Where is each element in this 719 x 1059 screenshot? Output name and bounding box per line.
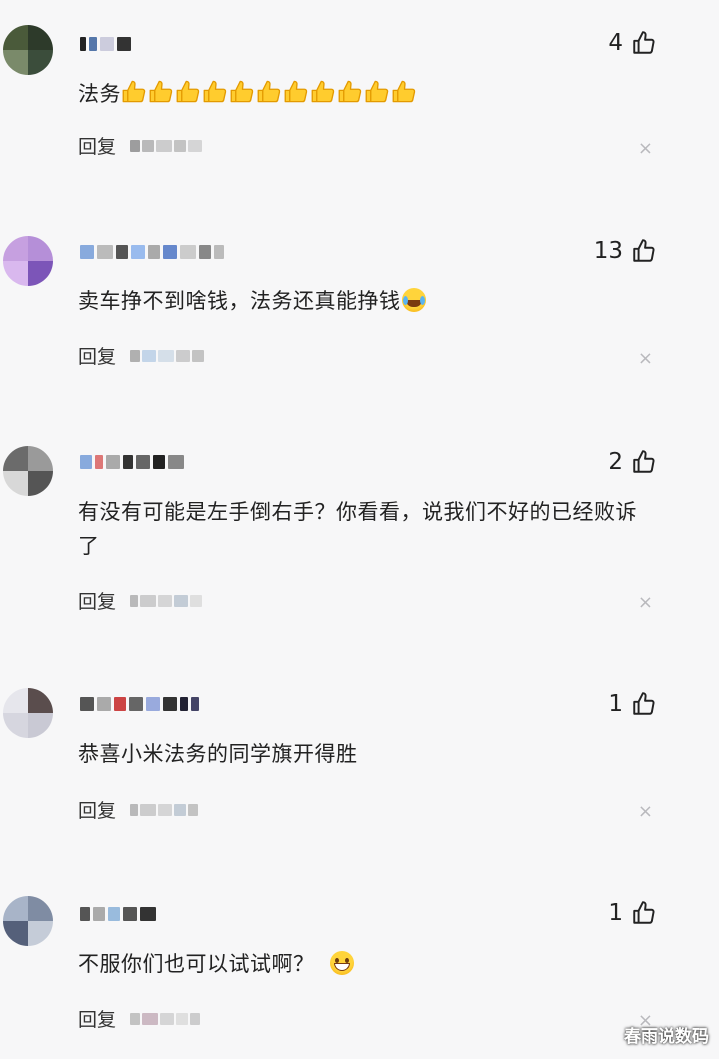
like-count[interactable]: 13 (594, 238, 657, 264)
thumbs-up-emoji (338, 80, 362, 103)
comment-text: 法务 (78, 77, 663, 111)
comment-meta (130, 1012, 201, 1025)
thumbs-up-emoji (257, 80, 281, 103)
like-count[interactable]: 1 (608, 900, 657, 926)
close-icon[interactable]: × (638, 138, 653, 159)
reply-row: 回复 (78, 587, 203, 614)
thumbs-up-emoji (176, 80, 200, 103)
avatar[interactable] (3, 236, 53, 286)
comment-meta (130, 139, 203, 152)
thumbs-up-emoji (121, 80, 418, 106)
avatar[interactable] (3, 688, 53, 738)
username[interactable] (80, 33, 131, 55)
thumbs-up-icon[interactable] (631, 449, 657, 475)
thumbs-up-emoji (284, 80, 308, 103)
thumbs-up-emoji (149, 80, 173, 103)
username[interactable] (80, 241, 224, 263)
reply-row: 回复 (78, 342, 205, 369)
laughing-crying-emoji (401, 288, 426, 312)
like-count[interactable]: 4 (608, 30, 657, 56)
comment-text: 恭喜小米法务的同学旗开得胜 (78, 742, 358, 766)
thumbs-up-icon[interactable] (631, 30, 657, 56)
avatar[interactable] (3, 446, 53, 496)
username[interactable] (80, 451, 184, 473)
comment-meta (130, 349, 205, 362)
reply-row: 回复 (78, 796, 199, 823)
reply-button[interactable]: 回复 (78, 342, 116, 369)
thumbs-up-emoji (203, 80, 227, 103)
thumbs-up-icon[interactable] (631, 691, 657, 717)
avatar[interactable] (3, 25, 53, 75)
comment-text: 不服你们也可以试试啊？ (78, 947, 663, 981)
like-count[interactable]: 2 (608, 449, 657, 475)
comment-meta (130, 803, 199, 816)
reply-row: 回复 (78, 132, 203, 159)
close-icon[interactable]: × (638, 592, 653, 613)
thumbs-up-emoji (365, 80, 389, 103)
close-icon[interactable]: × (638, 801, 653, 822)
thumbs-up-icon[interactable] (631, 900, 657, 926)
reply-button[interactable]: 回复 (78, 587, 116, 614)
comment-text: 卖车挣不到啥钱，法务还真能挣钱 (78, 284, 663, 318)
watermark: 春雨说数码 (624, 1027, 709, 1047)
close-icon[interactable]: × (638, 348, 653, 369)
thumbs-up-emoji (392, 80, 416, 103)
username[interactable] (80, 693, 199, 715)
comment-text: 有没有可能是左手倒右手？你看看，说我们不好的已经败诉了 (78, 500, 637, 558)
comment-meta (130, 594, 203, 607)
thumbs-up-emoji (230, 80, 254, 103)
like-count[interactable]: 1 (608, 691, 657, 717)
username[interactable] (80, 903, 156, 925)
thumbs-up-emoji (311, 80, 335, 103)
grinning-emoji (329, 951, 354, 975)
reply-row: 回复 (78, 1005, 201, 1032)
reply-button[interactable]: 回复 (78, 132, 116, 159)
reply-button[interactable]: 回复 (78, 796, 116, 823)
thumbs-up-icon[interactable] (631, 238, 657, 264)
avatar[interactable] (3, 896, 53, 946)
reply-button[interactable]: 回复 (78, 1005, 116, 1032)
thumbs-up-emoji (122, 80, 146, 103)
